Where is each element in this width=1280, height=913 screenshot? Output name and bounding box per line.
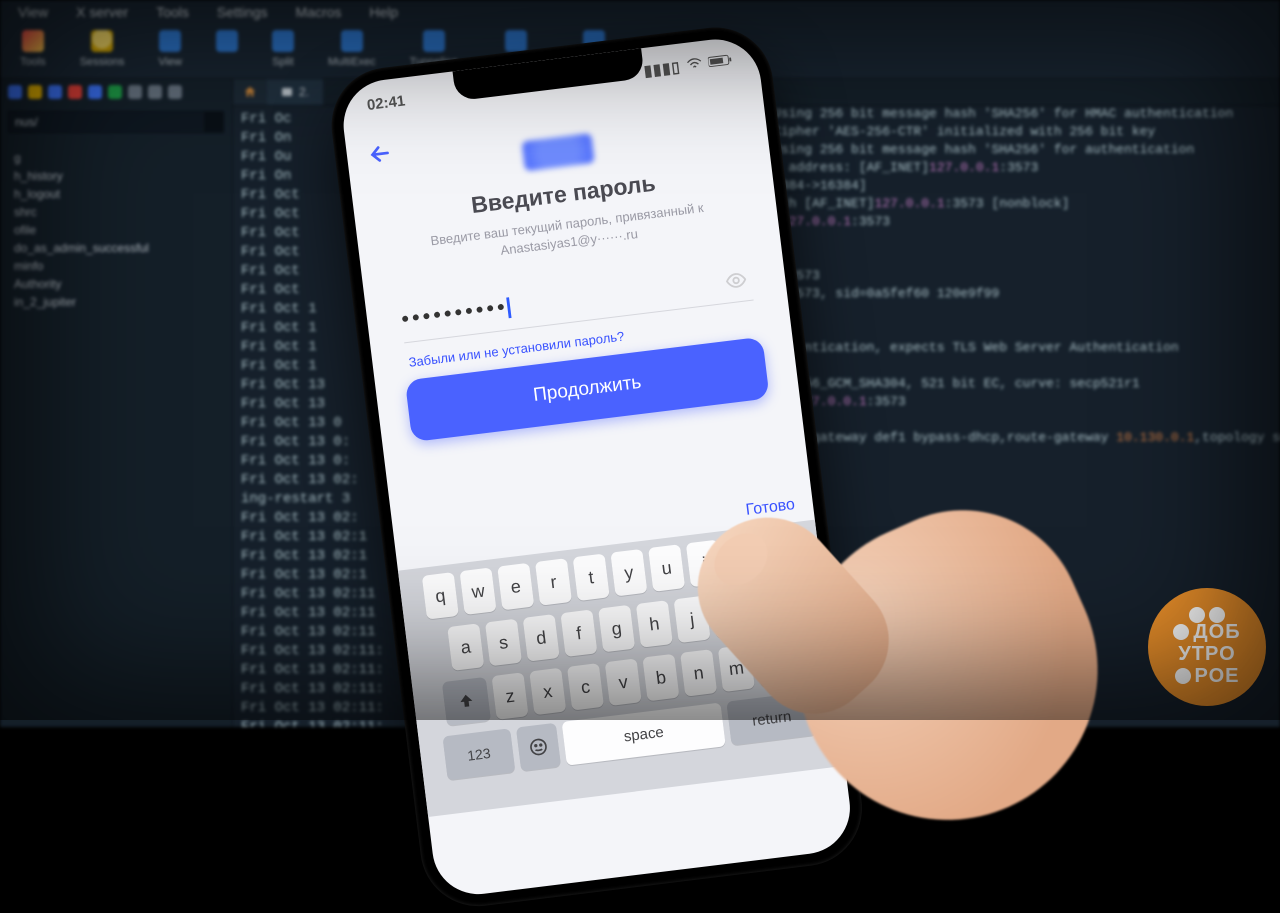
packages-icon — [505, 30, 527, 52]
file-item[interactable]: shrc — [0, 203, 232, 221]
menu-settings[interactable]: Settings — [217, 4, 268, 20]
key-y[interactable]: y — [610, 549, 647, 597]
toolbar-split[interactable]: Split — [272, 30, 294, 68]
home-icon[interactable] — [88, 85, 102, 99]
key-g[interactable]: g — [598, 605, 635, 653]
file-item[interactable]: do_as_admin_successful — [0, 239, 232, 257]
file-item[interactable]: h_history — [0, 167, 232, 185]
wifi-icon — [686, 55, 704, 74]
key-x[interactable]: x — [529, 668, 566, 716]
multiexec-icon — [341, 30, 363, 52]
key-c[interactable]: c — [567, 663, 604, 711]
menu-xserver[interactable]: X server — [76, 4, 128, 20]
status-time: 02:41 — [366, 92, 406, 114]
globe-icon[interactable] — [8, 85, 22, 99]
key-h[interactable]: h — [636, 600, 673, 648]
key-backspace[interactable] — [756, 638, 805, 687]
split-icon — [272, 30, 294, 52]
view-icon — [159, 30, 181, 52]
key-u[interactable]: u — [648, 544, 685, 592]
key-v[interactable]: v — [605, 658, 642, 706]
key-123[interactable]: 123 — [443, 728, 516, 780]
toolbar-multiexec[interactable]: MultiExec — [328, 30, 376, 68]
folder-icon[interactable] — [28, 85, 42, 99]
channel-watermark: ДОБ УТРО РОЕ — [1148, 588, 1266, 706]
key-shift[interactable] — [442, 677, 491, 726]
key-b[interactable]: b — [642, 654, 679, 702]
key-d[interactable]: d — [523, 614, 560, 662]
backspace-icon — [768, 653, 792, 674]
toolbar-sessions[interactable]: Sessions — [80, 30, 125, 68]
key-p[interactable]: p — [761, 530, 798, 578]
app-logo — [522, 133, 595, 171]
signal-icon: ▮▮▮▯ — [643, 58, 682, 80]
key-return[interactable]: return — [726, 691, 817, 745]
key-f[interactable]: f — [560, 609, 597, 657]
battery-icon — [707, 52, 733, 72]
file-item[interactable]: ofile — [0, 221, 232, 239]
sidebar-toolbar — [0, 79, 232, 105]
menu-help[interactable]: Help — [369, 4, 398, 20]
eye-icon[interactable] — [724, 268, 749, 297]
back-button[interactable] — [366, 139, 396, 173]
path-input[interactable] — [8, 111, 205, 133]
key-z[interactable]: z — [492, 672, 529, 720]
key-j[interactable]: j — [674, 596, 711, 644]
tunnel-icon — [423, 30, 445, 52]
app-menubar: View X server Tools Settings Macros Help — [0, 0, 1280, 24]
file-item[interactable]: h_logout — [0, 185, 232, 203]
file-list[interactable]: g h_history h_logout shrc ofile do_as_ad… — [0, 139, 232, 313]
emoji-icon — [527, 736, 549, 758]
toolbar-view[interactable]: View — [158, 30, 182, 68]
shift-icon — [456, 691, 476, 711]
refresh-icon[interactable] — [48, 85, 62, 99]
key-space[interactable]: space — [562, 702, 726, 765]
toolbar-games[interactable]: . — [216, 30, 238, 68]
key-r[interactable]: r — [535, 558, 572, 606]
arrow-left-icon — [366, 139, 395, 168]
search-icon[interactable] — [148, 85, 162, 99]
file-item[interactable]: Authority — [0, 275, 232, 293]
up-icon[interactable] — [108, 85, 122, 99]
key-s[interactable]: s — [485, 619, 522, 667]
key-t[interactable]: t — [573, 554, 610, 602]
menu-view[interactable]: View — [18, 4, 48, 20]
keyboard-done[interactable]: Готово — [745, 496, 796, 520]
terminal-icon — [281, 86, 293, 98]
tab-home[interactable] — [233, 79, 267, 105]
key-o[interactable]: o — [724, 535, 761, 583]
tab-label: 2. — [299, 85, 309, 99]
history-icon[interactable] — [128, 85, 142, 99]
menu-macros[interactable]: Macros — [296, 4, 342, 20]
phone-screen: 02:41 ▮▮▮▯ Введите пароль Введите ваш те… — [338, 34, 855, 899]
file-sidebar: g h_history h_logout shrc ofile do_as_ad… — [0, 79, 233, 727]
key-n[interactable]: n — [680, 649, 717, 697]
more-icon[interactable] — [168, 85, 182, 99]
toolbar-tools[interactable]: Tools — [20, 30, 46, 68]
file-item[interactable]: g — [0, 149, 232, 167]
key-e[interactable]: e — [497, 563, 534, 611]
menu-tools[interactable]: Tools — [156, 4, 189, 20]
key-emoji[interactable] — [516, 723, 561, 772]
games-icon — [216, 30, 238, 52]
key-k[interactable]: k — [711, 591, 748, 639]
stop-icon[interactable] — [68, 85, 82, 99]
ios-keyboard: qwertyuiop asdfghjkl zxcvbnm 123 space r… — [398, 520, 845, 817]
key-a[interactable]: a — [447, 623, 484, 671]
tab-session[interactable]: 2. — [267, 79, 323, 105]
key-l[interactable]: l — [749, 586, 786, 634]
phone-notch — [453, 48, 645, 101]
key-q[interactable]: q — [422, 572, 459, 620]
file-item[interactable]: minfo — [0, 257, 232, 275]
key-w[interactable]: w — [459, 567, 496, 615]
go-icon[interactable] — [205, 111, 224, 133]
file-item[interactable]: in_2_jupiter — [0, 293, 232, 311]
password-input[interactable]: ••••••••••| — [400, 293, 516, 332]
home-icon — [243, 85, 257, 99]
key-i[interactable]: i — [686, 540, 723, 588]
key-m[interactable]: m — [718, 645, 755, 693]
wrench-icon — [22, 30, 44, 52]
star-icon — [91, 30, 113, 52]
